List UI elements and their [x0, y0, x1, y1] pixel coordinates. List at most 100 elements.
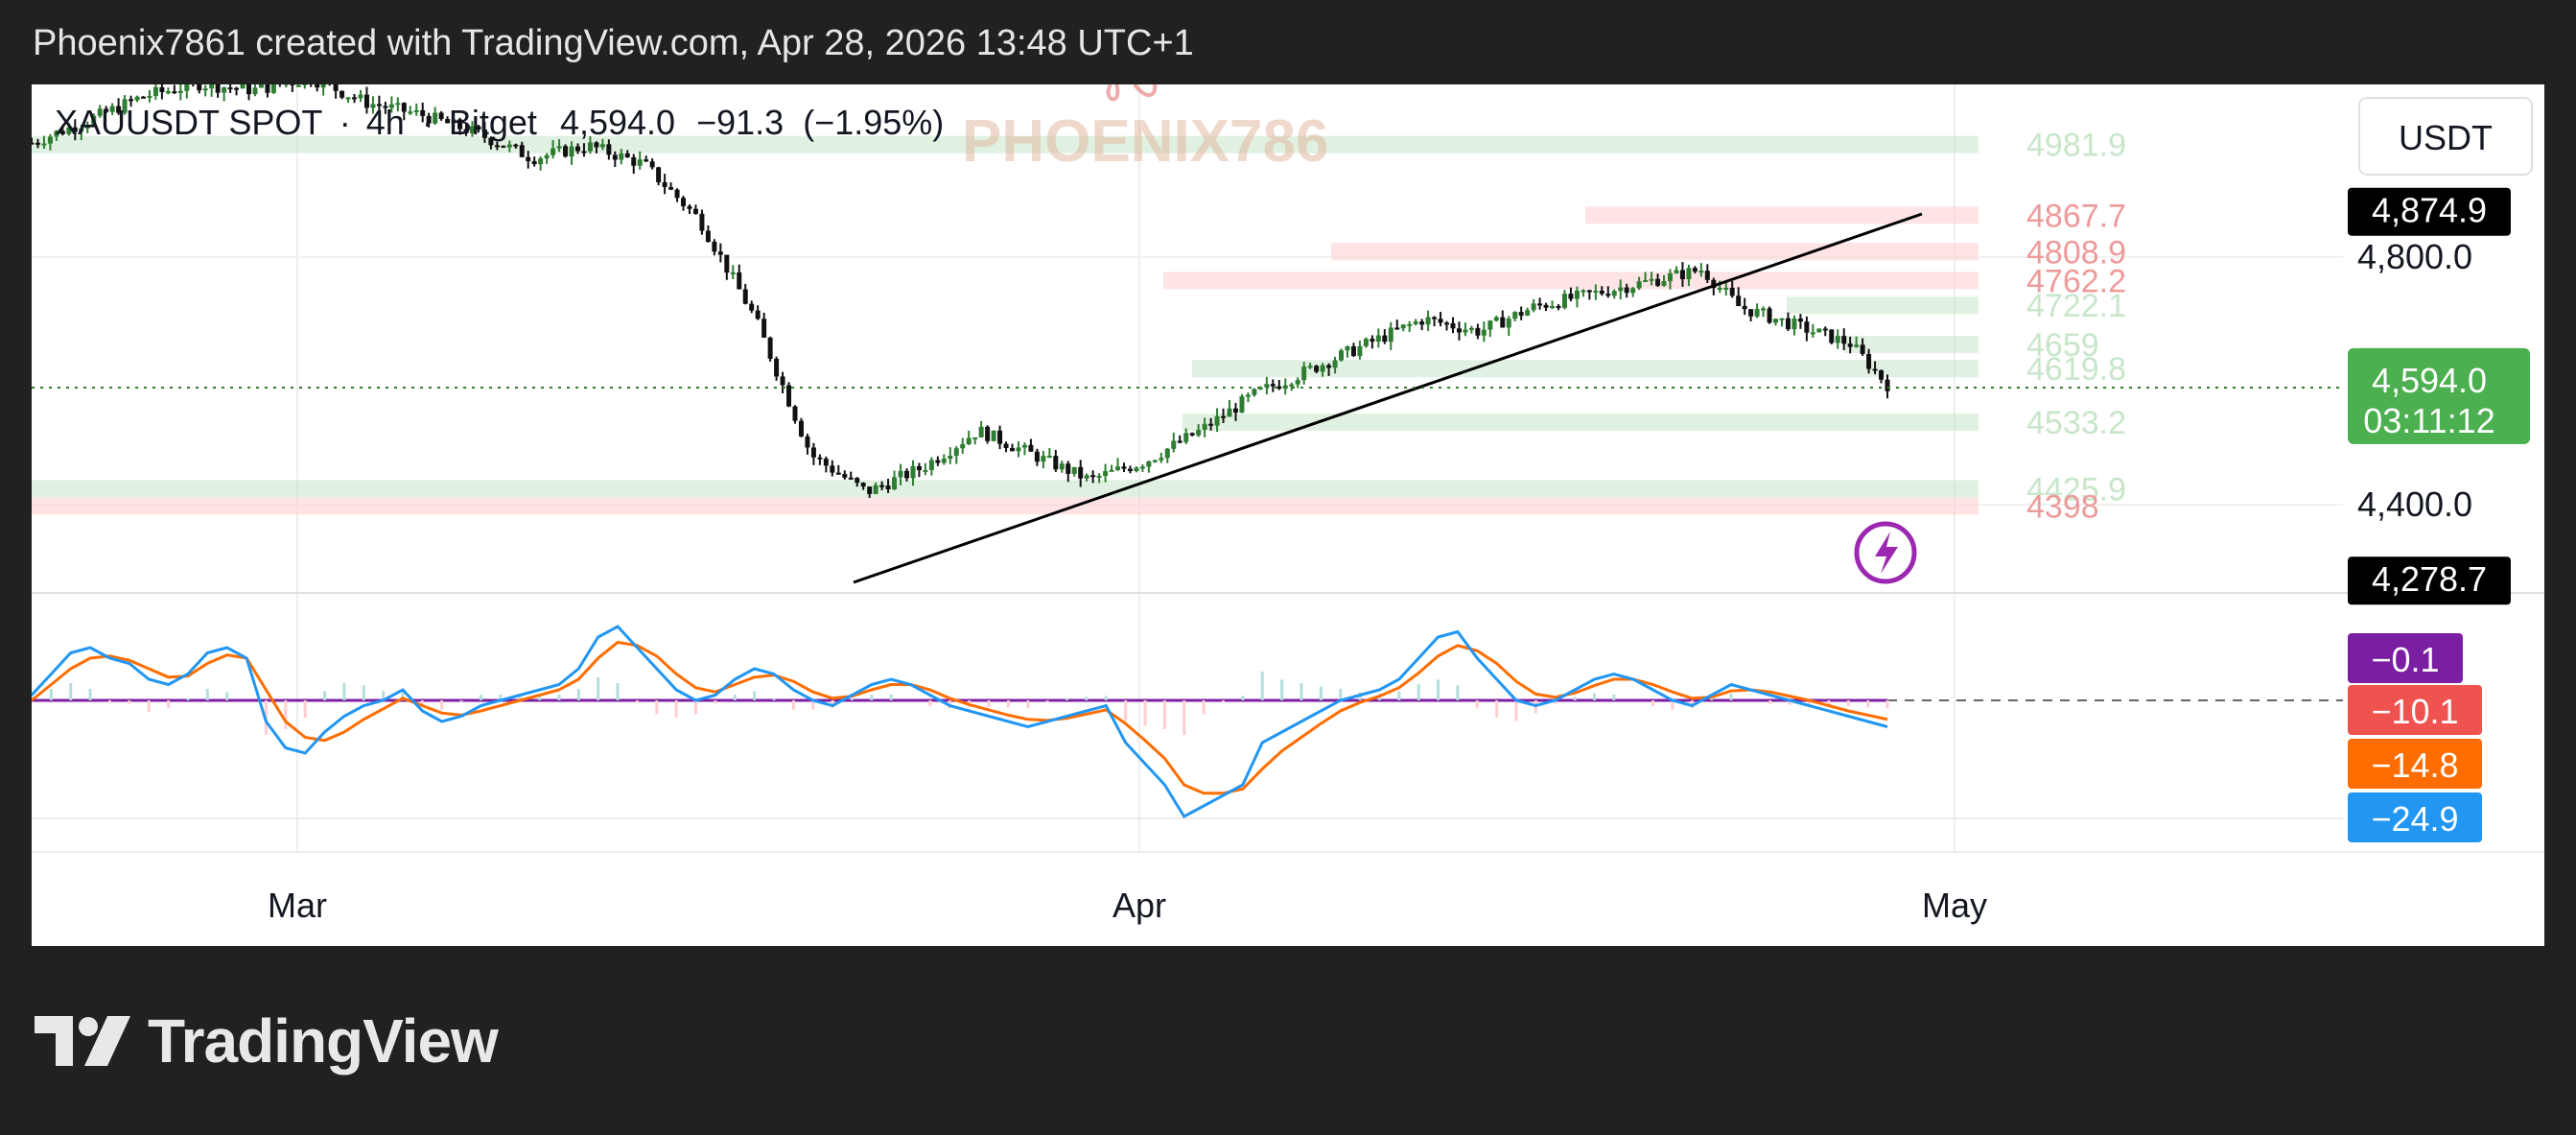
candle-body [1493, 317, 1499, 321]
price-chart-svg[interactable]: PHOENIX786 4981.94867.74808.94762.24722.… [32, 84, 2544, 946]
candle-body [960, 444, 966, 449]
candle-body [1611, 291, 1617, 296]
candle-body [699, 213, 705, 231]
time-axis[interactable]: Mar Apr May [268, 886, 1987, 925]
candle-body [352, 97, 358, 100]
candle-body [1196, 429, 1202, 436]
candle-body [1103, 471, 1109, 476]
candle-body [948, 456, 953, 460]
candle-body [494, 145, 500, 148]
candle-body [1568, 294, 1574, 299]
candle-body [1643, 279, 1649, 282]
candle-body [246, 84, 252, 95]
candle-body [177, 90, 183, 93]
candle-body [1860, 344, 1865, 354]
candle-body [712, 241, 717, 252]
legend-interval: 4h [366, 103, 405, 142]
candle-body [1624, 287, 1629, 294]
candle-body [506, 144, 512, 148]
candle-body [1066, 463, 1071, 474]
candle-body [1468, 327, 1474, 330]
candle-body [923, 469, 928, 472]
candle-body [1810, 332, 1815, 335]
candle-body [1214, 415, 1220, 426]
candle-body [612, 154, 618, 160]
candle-body [1847, 343, 1853, 347]
candle-body [823, 459, 829, 466]
legend: XAUUSDT SPOT · 4h · Bitget 4,594.0 −91.3… [55, 103, 944, 142]
candle-body [1232, 408, 1238, 414]
candle-body [526, 156, 531, 161]
candle-body [1698, 271, 1704, 273]
candle-body [222, 87, 227, 93]
candle-body [730, 272, 736, 274]
candle-body [227, 87, 233, 90]
candle-body [978, 426, 984, 437]
candle-body [1618, 287, 1624, 292]
candle-body [270, 84, 276, 93]
candle-body [1518, 312, 1524, 316]
currency-label[interactable]: USDT [2399, 118, 2493, 157]
candle-body [1531, 303, 1536, 311]
candle-body [873, 485, 878, 494]
candle-body [1425, 317, 1431, 325]
candle-body [1388, 327, 1393, 343]
candle-body [1487, 320, 1493, 330]
candle-body [885, 485, 891, 490]
candle-body [1276, 386, 1282, 390]
candle-body [935, 460, 941, 463]
candle-body [47, 136, 53, 144]
chart-panel[interactable]: PHOENIX786 4981.9 4867.7 4808.9 4762.2 4722.… [32, 84, 2544, 946]
candle-body [1046, 456, 1052, 459]
candle-body [32, 142, 35, 145]
candle-body [140, 96, 146, 99]
candle-body [1407, 323, 1413, 326]
candle-body [302, 84, 308, 85]
candle-body [1146, 461, 1152, 467]
macd-value-text: −0.1 [2371, 640, 2439, 679]
candle-body [692, 208, 698, 214]
candle-body [1525, 310, 1531, 316]
candle-body [333, 84, 339, 91]
candle-body [1748, 309, 1754, 317]
candle-body [569, 146, 574, 157]
candle-body [1252, 389, 1257, 395]
lightning-bolt-icon[interactable] [1854, 521, 1917, 584]
level-zone-4398 [32, 497, 1979, 515]
candle-body [1605, 294, 1611, 296]
candle-body [1394, 327, 1400, 330]
candle-body [519, 145, 525, 157]
candle-body [1183, 433, 1189, 442]
candle-body [152, 86, 158, 97]
candle-body [1879, 369, 1885, 380]
candle-body [674, 189, 680, 199]
candle-body [1332, 360, 1338, 368]
candle-body [1350, 346, 1356, 356]
candle-body [1021, 444, 1027, 448]
candle-body [202, 88, 208, 91]
candle-body [810, 447, 816, 458]
level-label-4533.2: 4533.2 [2026, 405, 2126, 441]
candle-body [668, 186, 674, 190]
bar-countdown: 03:11:12 [2363, 401, 2494, 440]
candle-body [1339, 350, 1345, 361]
candle-body [1872, 368, 1878, 371]
candle-body [1661, 281, 1667, 286]
price-axis[interactable]: 4,800.0 4,400.0 4,874.9 4,594.003:11:12 4,… [2348, 187, 2530, 842]
candle-body [550, 148, 556, 155]
candle-body [1543, 304, 1549, 308]
candle-body [265, 84, 270, 93]
candle-body [780, 376, 785, 386]
candle-body [501, 145, 506, 148]
candle-body [209, 84, 215, 89]
candle-body [240, 84, 246, 89]
candle-body [1797, 319, 1803, 322]
candle-body [1704, 271, 1710, 280]
candle-body [1139, 466, 1145, 469]
candle-body [1400, 324, 1406, 329]
candle-body [1171, 440, 1177, 449]
trend-line[interactable] [853, 212, 1923, 584]
y-tick-4800: 4,800.0 [2357, 237, 2472, 276]
brand-footer[interactable]: TradingView [35, 1006, 499, 1076]
currency-button[interactable]: USDT [2358, 97, 2533, 176]
